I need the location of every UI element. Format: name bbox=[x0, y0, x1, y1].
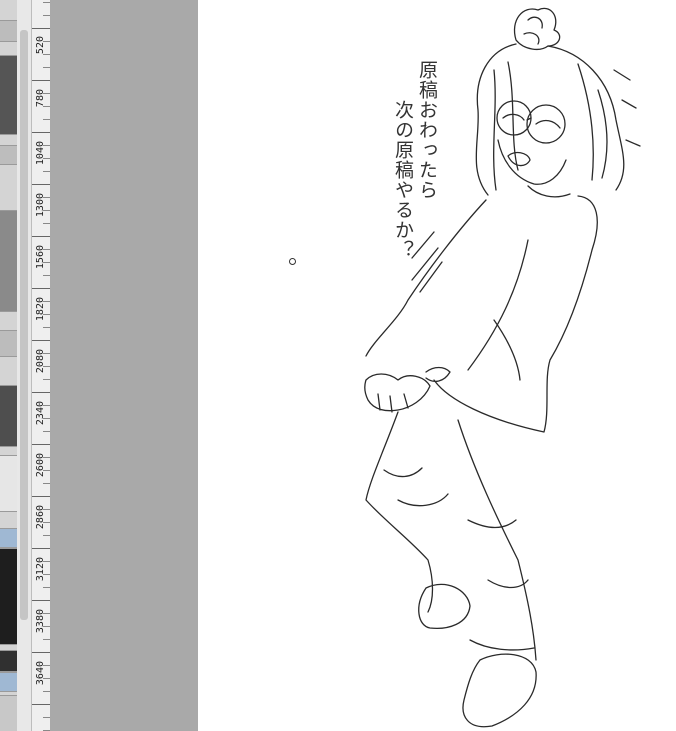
ruler-label: 2600 bbox=[35, 453, 46, 478]
ruler-tick bbox=[43, 327, 50, 328]
ruler-major-tick bbox=[32, 652, 50, 653]
ruler-label: 1040 bbox=[35, 141, 46, 166]
ruler-label: 1560 bbox=[35, 245, 46, 270]
ruler-label: 3640 bbox=[35, 661, 46, 686]
page-thumbnail[interactable] bbox=[0, 455, 17, 512]
glasses-right-lens bbox=[526, 104, 566, 144]
ruler-major-tick bbox=[32, 340, 50, 341]
page-thumbnail[interactable] bbox=[0, 330, 17, 357]
page-thumbnail[interactable] bbox=[0, 210, 17, 312]
ruler-tick bbox=[43, 535, 50, 536]
ruler-tick bbox=[43, 223, 50, 224]
page-thumbnail[interactable] bbox=[0, 385, 17, 447]
ruler-major-tick bbox=[32, 132, 50, 133]
page-thumbnail[interactable] bbox=[0, 695, 17, 731]
sketch-note-line-2: 次の原稿やるか？ bbox=[392, 100, 414, 260]
ruler-major-tick bbox=[32, 392, 50, 393]
ruler-tick bbox=[43, 54, 50, 55]
ruler-major-tick bbox=[32, 444, 50, 445]
shoe-right bbox=[462, 653, 537, 728]
open-mouth bbox=[507, 151, 531, 167]
sketch-note-line-1: 原稿おわったら bbox=[416, 60, 438, 200]
page-thumbnail[interactable] bbox=[0, 20, 17, 42]
shoe-left bbox=[418, 583, 471, 630]
pasteboard[interactable] bbox=[50, 0, 198, 731]
ruler-tick bbox=[43, 2, 50, 3]
thumbnail-scrollbar-track[interactable] bbox=[17, 0, 31, 731]
face bbox=[497, 139, 567, 185]
ruler-major-tick bbox=[32, 236, 50, 237]
ruler-label: 2340 bbox=[35, 401, 46, 426]
ruler-label: 1300 bbox=[35, 193, 46, 218]
drawing-canvas[interactable]: 原稿おわったら 次の原稿やるか？ bbox=[198, 0, 676, 731]
page-thumbnail[interactable] bbox=[0, 145, 17, 165]
ruler-major-tick bbox=[32, 184, 50, 185]
ruler-tick bbox=[43, 431, 50, 432]
ruler-label: 2860 bbox=[35, 505, 46, 530]
page-thumbnail[interactable] bbox=[0, 672, 17, 692]
hair-strands bbox=[493, 61, 608, 191]
ruler-tick bbox=[43, 15, 50, 16]
page-thumbnail-selected[interactable] bbox=[0, 528, 17, 548]
ruler-label: 1820 bbox=[35, 297, 46, 322]
ruler-tick bbox=[43, 119, 50, 120]
hair bbox=[475, 43, 625, 196]
hands bbox=[364, 373, 431, 412]
ruler-tick bbox=[43, 275, 50, 276]
ruler-tick bbox=[43, 379, 50, 380]
page-thumbnail-strip[interactable] bbox=[0, 0, 17, 731]
brush-cursor-icon bbox=[289, 258, 296, 265]
ruler-tick bbox=[43, 639, 50, 640]
shirt-sleeve-right bbox=[467, 239, 529, 381]
ruler-label: 2080 bbox=[35, 349, 46, 374]
ruler-major-tick bbox=[32, 548, 50, 549]
pants-left-leg bbox=[365, 411, 434, 613]
vertical-ruler: 520 780 1040 1300 1560 1820 2080 2340 26… bbox=[31, 0, 51, 731]
ruler-major-tick bbox=[32, 28, 50, 29]
ruler-major-tick bbox=[32, 600, 50, 601]
shirt-collar bbox=[527, 185, 571, 198]
page-thumbnail[interactable] bbox=[0, 548, 17, 645]
ruler-tick bbox=[43, 171, 50, 172]
shirt-cuff bbox=[425, 366, 451, 383]
ruler-tick bbox=[43, 587, 50, 588]
ruler-major-tick bbox=[32, 496, 50, 497]
ruler-major-tick bbox=[32, 288, 50, 289]
hair-bun bbox=[513, 7, 561, 51]
hair-bun-detail bbox=[523, 16, 543, 45]
ruler-label: 520 bbox=[35, 36, 46, 55]
ruler-label: 780 bbox=[35, 89, 46, 108]
ruler-tick bbox=[43, 717, 50, 718]
ruler-major-tick bbox=[32, 80, 50, 81]
ruler-tick bbox=[43, 483, 50, 484]
ruler-label: 3380 bbox=[35, 609, 46, 634]
ruler-tick bbox=[43, 691, 50, 692]
ruler-tick bbox=[43, 67, 50, 68]
page-thumbnail[interactable] bbox=[0, 55, 17, 135]
ruler-major-tick bbox=[32, 704, 50, 705]
pants-right-leg bbox=[457, 419, 537, 661]
page-thumbnail[interactable] bbox=[0, 650, 17, 672]
ruler-label: 3120 bbox=[35, 557, 46, 582]
thumbnail-scrollbar-handle[interactable] bbox=[20, 30, 28, 620]
